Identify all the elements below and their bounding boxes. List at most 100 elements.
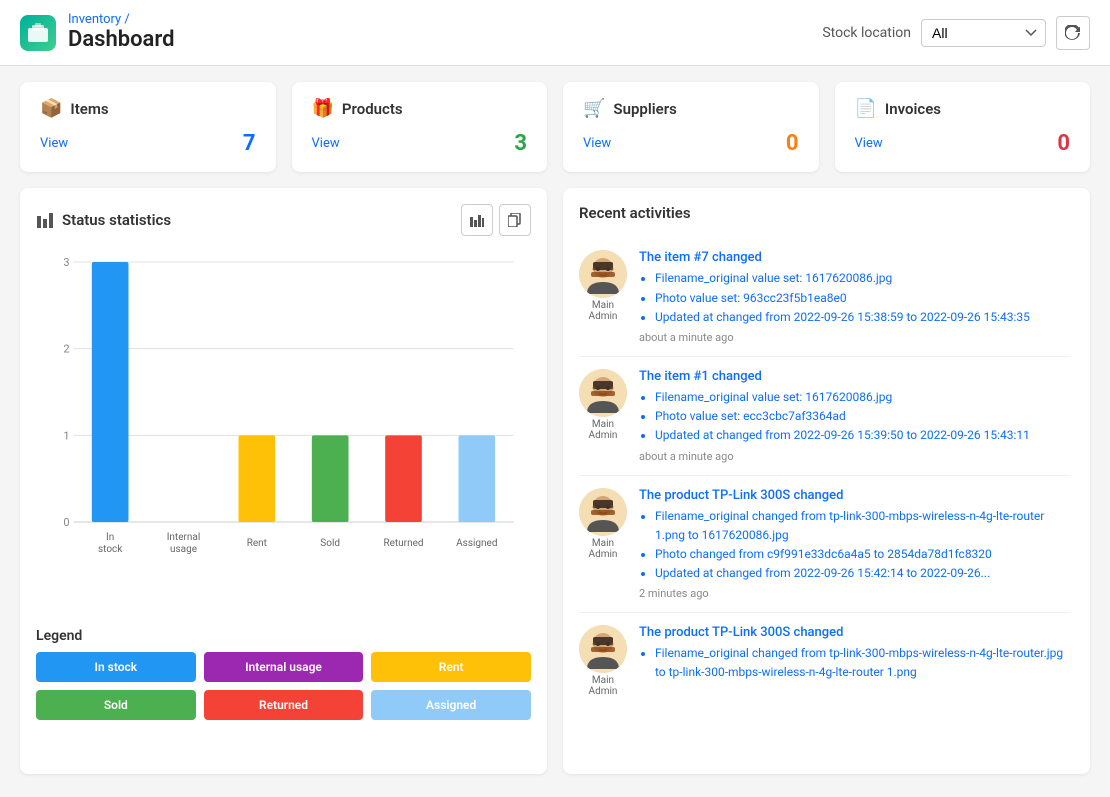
activity-detail: Photo value set: ecc3cbc7af3364ad <box>655 407 1070 426</box>
activity-user: MainAdmin <box>579 488 627 601</box>
svg-text:Assigned: Assigned <box>456 538 497 549</box>
bottom-panels: Status statistics <box>20 188 1090 774</box>
activity-content: The product TP-Link 300S changed Filenam… <box>639 625 1070 697</box>
legend-item-in-stock[interactable]: In stock <box>36 652 196 682</box>
svg-text:usage: usage <box>170 544 197 555</box>
card-title: Items <box>70 100 108 118</box>
activity-content: The product TP-Link 300S changed Filenam… <box>639 488 1070 601</box>
legend-item-returned[interactable]: Returned <box>204 690 364 720</box>
avatar <box>579 369 627 417</box>
chart-area: 0123InstockInternalusageRentSoldReturned… <box>36 252 531 612</box>
avatar-label: MainAdmin <box>589 419 618 441</box>
stats-icon <box>36 211 54 229</box>
stock-location-select[interactable]: All Warehouse 1 Warehouse 2 <box>921 19 1046 47</box>
chart-svg: 0123InstockInternalusageRentSoldReturned… <box>36 252 531 562</box>
svg-text:stock: stock <box>98 544 123 555</box>
legend-item-sold[interactable]: Sold <box>36 690 196 720</box>
legend-item-rent[interactable]: Rent <box>371 652 531 682</box>
header-right: Stock location All Warehouse 1 Warehouse… <box>822 16 1090 50</box>
refresh-button[interactable] <box>1056 16 1090 50</box>
svg-text:In: In <box>106 532 114 543</box>
card-header: 📄 Invoices <box>855 98 1071 119</box>
legend-section: Legend In stockInternal usageRentSoldRet… <box>36 628 531 720</box>
card-view-link[interactable]: View <box>312 136 340 151</box>
card-count: 3 <box>514 131 527 156</box>
legend-item-assigned[interactable]: Assigned <box>371 690 531 720</box>
activity-title[interactable]: The item #7 changed <box>639 250 1070 265</box>
stock-location-label: Stock location <box>822 25 911 41</box>
activity-details: Filename_original changed from tp-link-3… <box>639 507 1070 584</box>
activity-content: The item #7 changed Filename_original va… <box>639 250 1070 344</box>
card-title: Invoices <box>885 100 941 118</box>
card-footer: View 0 <box>583 131 799 156</box>
activity-time: about a minute ago <box>639 450 1070 463</box>
card-view-link[interactable]: View <box>583 136 611 151</box>
panel-title: Status statistics <box>36 211 171 229</box>
header-left: Inventory / Dashboard <box>20 12 174 53</box>
recent-activities-panel: Recent activities MainAdmin The item #7 … <box>563 188 1090 774</box>
avatar <box>579 488 627 536</box>
card-header: 🛒 Suppliers <box>583 98 799 119</box>
activity-detail: Filename_original value set: 1617620086.… <box>655 269 1070 288</box>
card-footer: View 7 <box>40 131 256 156</box>
bar-chart-icon <box>470 213 484 227</box>
activity-item: MainAdmin The item #7 changed Filename_o… <box>579 238 1070 357</box>
avatar-label: MainAdmin <box>589 300 618 322</box>
activity-item: MainAdmin The product TP-Link 300S chang… <box>579 613 1070 709</box>
activities-header: Recent activities <box>579 204 1074 222</box>
card-count: 7 <box>243 131 256 156</box>
avatar-label: MainAdmin <box>589 675 618 697</box>
products-icon: 🎁 <box>312 98 334 119</box>
activity-time: 2 minutes ago <box>639 587 1070 600</box>
panel-actions <box>461 204 531 236</box>
activity-time: about a minute ago <box>639 331 1070 344</box>
activity-item: MainAdmin The item #1 changed Filename_o… <box>579 357 1070 476</box>
activity-user: MainAdmin <box>579 625 627 697</box>
card-header: 🎁 Products <box>312 98 528 119</box>
breadcrumb[interactable]: Inventory / <box>68 12 174 27</box>
svg-text:Internal: Internal <box>167 532 201 543</box>
suppliers-icon: 🛒 <box>583 98 605 119</box>
svg-text:Sold: Sold <box>320 538 340 549</box>
main-content: 📦 Items View 7 🎁 Products View 3 🛒 Suppl… <box>0 66 1110 790</box>
avatar <box>579 625 627 673</box>
card-title: Suppliers <box>613 100 676 118</box>
activity-detail: Filename_original changed from tp-link-3… <box>655 507 1070 545</box>
title-area: Inventory / Dashboard <box>68 12 174 53</box>
activity-details: Filename_original changed from tp-link-3… <box>639 644 1070 682</box>
card-suppliers: 🛒 Suppliers View 0 <box>563 82 819 172</box>
svg-text:2: 2 <box>63 343 69 356</box>
activities-scroll[interactable]: MainAdmin The item #7 changed Filename_o… <box>579 238 1074 758</box>
panel-header: Status statistics <box>36 204 531 236</box>
refresh-icon <box>1065 25 1081 41</box>
app-logo <box>20 15 56 51</box>
activity-user: MainAdmin <box>579 250 627 344</box>
app-header: Inventory / Dashboard Stock location All… <box>0 0 1110 66</box>
activity-detail: Photo changed from c9f991e33dc6a4a5 to 2… <box>655 545 1070 564</box>
legend-grid: In stock Internal usageRent Sold ReturnedAs… <box>36 652 531 720</box>
legend-item-internal-usage[interactable]: Internal usage <box>204 652 364 682</box>
activity-title[interactable]: The item #1 changed <box>639 369 1070 384</box>
activity-details: Filename_original value set: 1617620086.… <box>639 269 1070 327</box>
summary-cards: 📦 Items View 7 🎁 Products View 3 🛒 Suppl… <box>20 82 1090 172</box>
svg-text:3: 3 <box>63 256 69 269</box>
card-footer: View 0 <box>855 131 1071 156</box>
status-statistics-panel: Status statistics <box>20 188 547 774</box>
activity-title[interactable]: The product TP-Link 300S changed <box>639 625 1070 640</box>
card-view-link[interactable]: View <box>855 136 883 151</box>
activity-item: MainAdmin The product TP-Link 300S chang… <box>579 476 1070 614</box>
card-count: 0 <box>786 131 799 156</box>
card-view-link[interactable]: View <box>40 136 68 151</box>
svg-text:Rent: Rent <box>247 538 267 549</box>
copy-button[interactable] <box>499 204 531 236</box>
avatar <box>579 250 627 298</box>
activity-detail: Filename_original value set: 1617620086.… <box>655 388 1070 407</box>
svg-text:0: 0 <box>63 516 69 529</box>
bar-chart-button[interactable] <box>461 204 493 236</box>
page-title: Dashboard <box>68 27 174 53</box>
card-invoices: 📄 Invoices View 0 <box>835 82 1091 172</box>
activity-content: The item #1 changed Filename_original va… <box>639 369 1070 463</box>
card-title: Products <box>342 100 403 118</box>
activity-title[interactable]: The product TP-Link 300S changed <box>639 488 1070 503</box>
card-items: 📦 Items View 7 <box>20 82 276 172</box>
